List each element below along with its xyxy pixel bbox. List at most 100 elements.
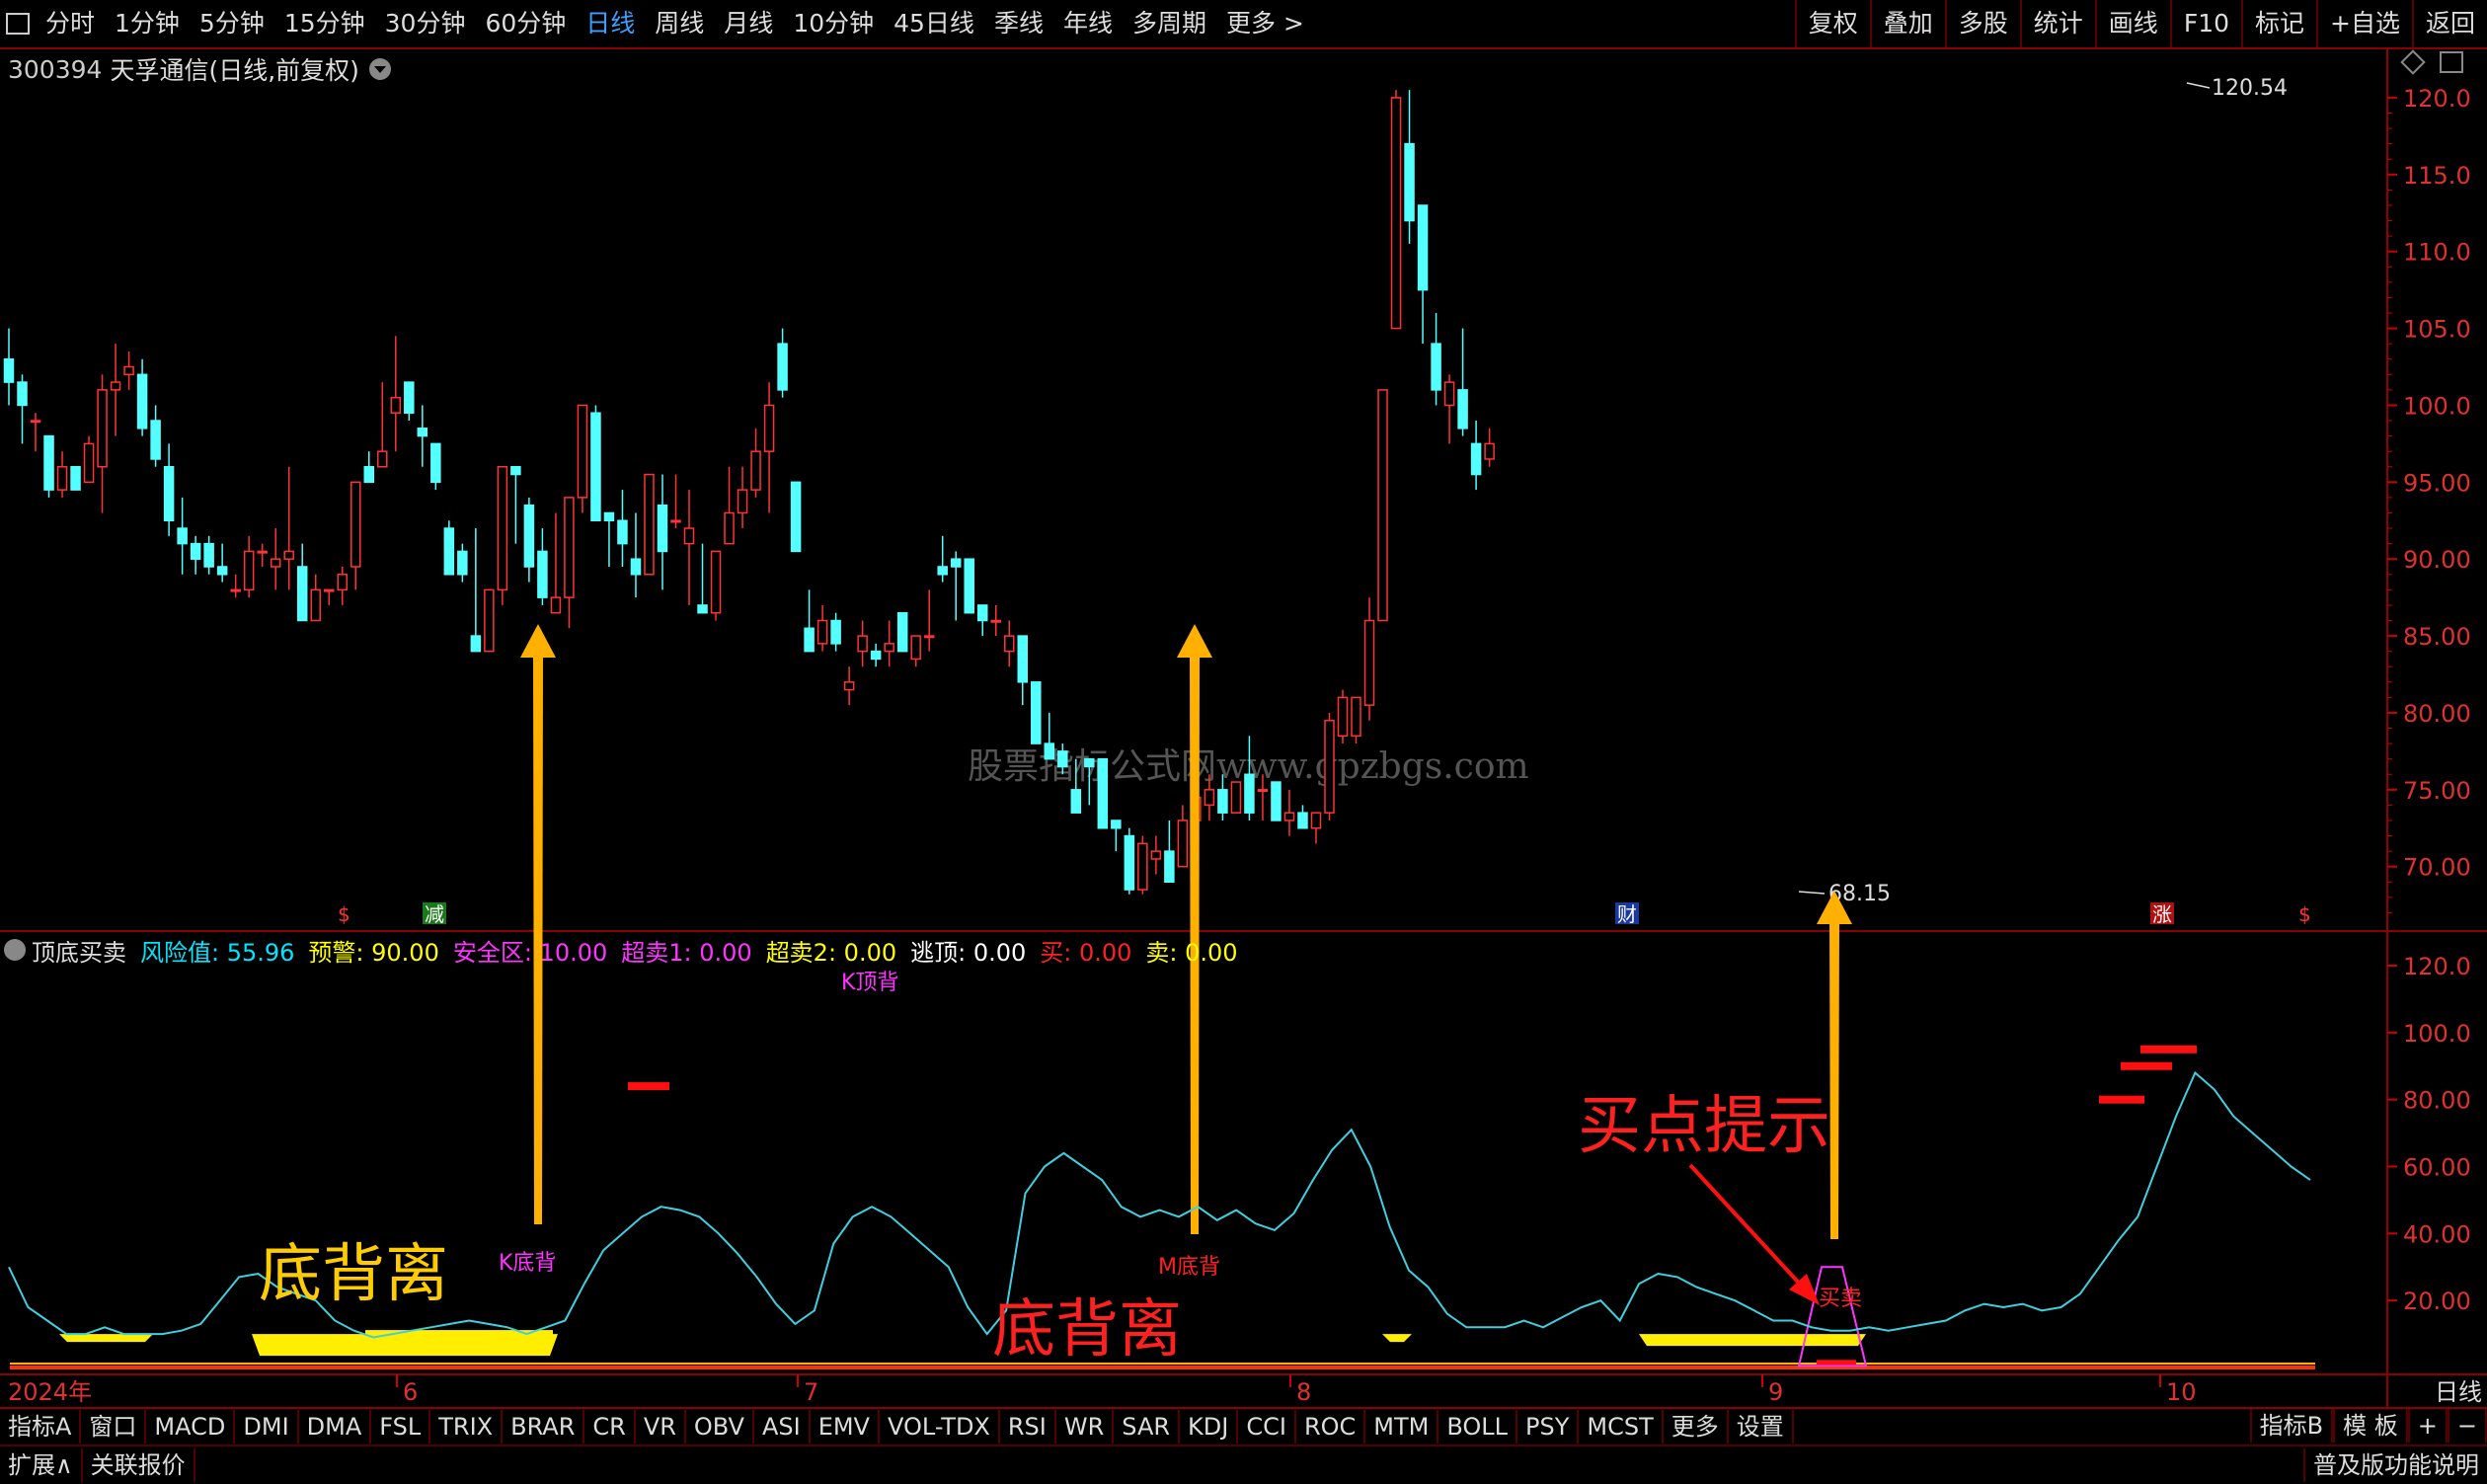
candle[interactable] [1017,635,1029,706]
candle[interactable] [564,497,575,629]
indicator-tab[interactable]: CCI [1238,1410,1296,1444]
candle[interactable] [1363,597,1375,721]
toolbar-button[interactable]: 多股 [1944,0,2020,47]
candle[interactable] [590,405,601,522]
candle[interactable] [657,474,668,590]
candle[interactable] [97,374,108,513]
candle[interactable] [430,442,441,491]
candle[interactable] [1124,827,1135,895]
candle[interactable] [30,413,41,452]
timeframe-tab[interactable]: 日线 [576,0,645,47]
event-marker[interactable]: $ [338,902,350,926]
candle[interactable] [804,589,815,653]
candle[interactable] [603,511,615,567]
candle[interactable] [737,466,748,529]
candle[interactable] [190,535,201,575]
candle[interactable] [750,428,761,498]
candle[interactable] [870,643,882,667]
candle[interactable] [70,465,81,491]
indicator-tab[interactable]: 窗口 [81,1410,147,1444]
indicator-tab[interactable]: PSY [1517,1410,1580,1444]
indicator-tab[interactable]: KDJ [1180,1410,1239,1444]
event-marker[interactable]: $ [2298,902,2311,926]
bottom-tool-button[interactable]: + [2407,1409,2448,1443]
indicator-tab[interactable]: 指标A [0,1410,82,1444]
expand-button[interactable]: 扩展∧ [0,1448,83,1482]
candle[interactable] [1004,620,1015,667]
event-marker[interactable]: 涨 [2150,902,2174,926]
help-link[interactable]: 普及版功能说明 [2303,1448,2487,1482]
candle[interactable] [1390,90,1402,330]
toolbar-button[interactable]: 复权 [1794,0,1870,47]
candle[interactable] [17,374,28,444]
indicator-tab[interactable]: ASI [754,1410,811,1444]
candle[interactable] [683,490,695,605]
candle[interactable] [216,543,228,583]
toolbar-button[interactable]: 返回 [2411,0,2487,47]
event-marker[interactable]: 财 [1615,902,1639,926]
candle[interactable] [1377,389,1388,622]
timeframe-tab[interactable]: 分时 [36,0,105,47]
candle[interactable] [550,512,562,614]
candle[interactable] [976,604,988,637]
candle[interactable] [1457,328,1468,436]
indicator-tab[interactable]: SAR [1114,1410,1181,1444]
candle[interactable] [270,528,281,590]
candle[interactable] [230,574,241,598]
indicator-tab[interactable]: VOL-TDX [880,1410,1000,1444]
indicator-tab[interactable]: ROC [1296,1410,1366,1444]
candle[interactable] [510,465,521,544]
candle[interactable] [1337,689,1349,744]
timeframe-tab[interactable]: 5分钟 [190,0,274,47]
candle[interactable] [136,358,148,436]
indicator-tab[interactable]: RSI [1000,1410,1056,1444]
candle[interactable] [724,466,735,545]
candle[interactable] [1297,805,1308,829]
indicator-tab[interactable]: VR [636,1410,686,1444]
timeframe-tab[interactable]: 1分钟 [105,0,190,47]
candle[interactable] [1150,835,1162,875]
candle[interactable] [617,490,628,567]
candle[interactable] [763,382,775,513]
candle[interactable] [257,543,268,567]
indicator-tab[interactable]: BOLL [1438,1410,1518,1444]
indicator-tab[interactable]: EMV [811,1410,880,1444]
indicator-tab[interactable]: MTM [1365,1410,1439,1444]
candle[interactable] [457,543,468,583]
candle[interactable] [1443,374,1455,444]
candle[interactable] [670,474,681,529]
candle[interactable] [83,435,95,484]
candle[interactable] [1164,820,1175,884]
candle[interactable] [843,666,855,706]
candle[interactable] [203,535,214,575]
candle[interactable] [577,404,588,513]
candle[interactable] [163,443,175,536]
candle[interactable] [1431,312,1441,406]
candle[interactable] [484,588,495,653]
indicator-tab[interactable]: DMI [235,1410,299,1444]
candle[interactable] [390,336,402,452]
candle[interactable] [3,328,15,406]
candle[interactable] [1177,805,1189,868]
candle[interactable] [1324,712,1335,820]
toolbar-button[interactable]: 标记 [2241,0,2316,47]
timeframe-tab[interactable]: 季线 [984,0,1053,47]
candle[interactable] [857,620,868,667]
candle[interactable] [923,589,935,652]
candle[interactable] [337,566,348,605]
candle[interactable] [1230,781,1242,814]
candle[interactable] [990,604,1001,637]
candle[interactable] [1097,757,1109,829]
candle[interactable] [350,481,361,590]
candle[interactable] [310,574,321,622]
candle[interactable] [497,465,508,605]
timeframe-tab[interactable]: 45日线 [884,0,984,47]
indicator-tab[interactable]: 设置 [1729,1410,1794,1444]
indicator-tab[interactable]: CR [584,1410,636,1444]
timeframe-tab[interactable]: 30分钟 [375,0,476,47]
candle[interactable] [884,620,894,667]
candle[interactable] [1111,820,1122,852]
timeframe-tab[interactable]: 10分钟 [783,0,884,47]
related-quote-button[interactable]: 关联报价 [83,1448,195,1482]
candle[interactable] [443,520,455,576]
